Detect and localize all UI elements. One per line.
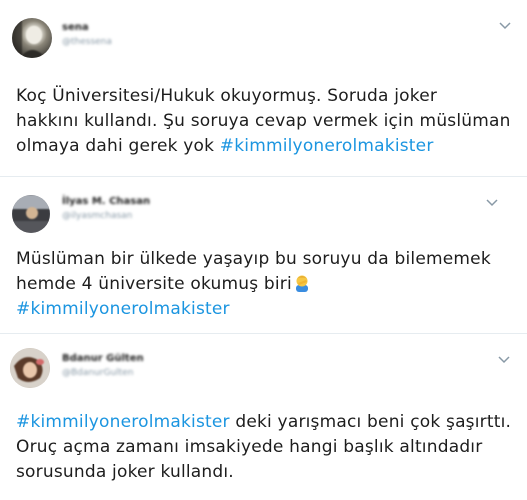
tweet-text-plain: deki yarışmacı beni çok şaşırttı.	[229, 412, 512, 432]
author-avatar[interactable]	[12, 195, 50, 233]
tweet-text-line: olmaya dahi gerek yok #kimmilyonerolmaki…	[16, 134, 517, 159]
author-name[interactable]: İlyas M. Chasan	[62, 196, 150, 207]
author-name[interactable]: Bdanur Gülten	[62, 353, 144, 364]
tweet-text: Koç Üniversitesi/Hukuk okuyormuş. Soruda…	[16, 84, 517, 159]
tweet-text-line: Oruç açma zamanı imsakiyede hangi başlık…	[16, 437, 483, 457]
tweet-text-line: #kimmilyonerolmakister deki yarışmacı be…	[16, 410, 517, 435]
profile-photo-icon	[10, 348, 50, 388]
tweet-text-line: Müslüman bir ülkede yaşayıp bu soruyu da…	[16, 249, 491, 269]
author-name[interactable]: sena	[62, 22, 89, 33]
tweet-text-line: hakkını kullandı. Şu soruya cevap vermek…	[16, 111, 511, 131]
tweet-1[interactable]: sena @thessena Koç Üniversitesi/Hukuk ok…	[0, 0, 527, 176]
chevron-down-icon[interactable]	[497, 354, 511, 364]
author-handle[interactable]: @thessena	[62, 37, 112, 47]
tweet-text-plain: hemde 4 üniversite okumuş biri	[16, 274, 292, 294]
man-facepalming-emoji-icon	[295, 275, 308, 292]
author-handle[interactable]: @BdanurGulten	[62, 368, 133, 378]
tweet-text-line: hemde 4 üniversite okumuş biri	[16, 272, 517, 297]
tweet-2[interactable]: İlyas M. Chasan @ilyasmchasan Müslüman b…	[0, 177, 527, 327]
chevron-down-icon[interactable]	[498, 20, 512, 30]
profile-photo-icon	[12, 18, 46, 58]
tweet-text-line: #kimmilyonerolmakister	[16, 297, 517, 322]
tweet-text-line: Koç Üniversitesi/Hukuk okuyormuş. Soruda…	[16, 86, 438, 106]
author-avatar[interactable]	[10, 348, 50, 388]
author-avatar[interactable]	[12, 18, 52, 58]
hashtag-link[interactable]: #kimmilyonerolmakister	[220, 136, 434, 156]
tweet-text: #kimmilyonerolmakister deki yarışmacı be…	[16, 410, 517, 485]
tweet-text-line: sorusunda joker kullandı.	[16, 462, 234, 482]
tweet-3[interactable]: Bdanur Gülten @BdanurGulten #kimmilyoner…	[0, 334, 527, 500]
tweet-text: Müslüman bir ülkede yaşayıp bu soruyu da…	[16, 247, 517, 322]
hashtag-link[interactable]: #kimmilyonerolmakister	[16, 299, 230, 319]
profile-photo-icon	[12, 195, 50, 233]
tweet-text-plain: olmaya dahi gerek yok	[16, 136, 220, 156]
author-handle[interactable]: @ilyasmchasan	[62, 211, 132, 221]
chevron-down-icon[interactable]	[485, 197, 499, 207]
hashtag-link[interactable]: #kimmilyonerolmakister	[16, 412, 230, 432]
